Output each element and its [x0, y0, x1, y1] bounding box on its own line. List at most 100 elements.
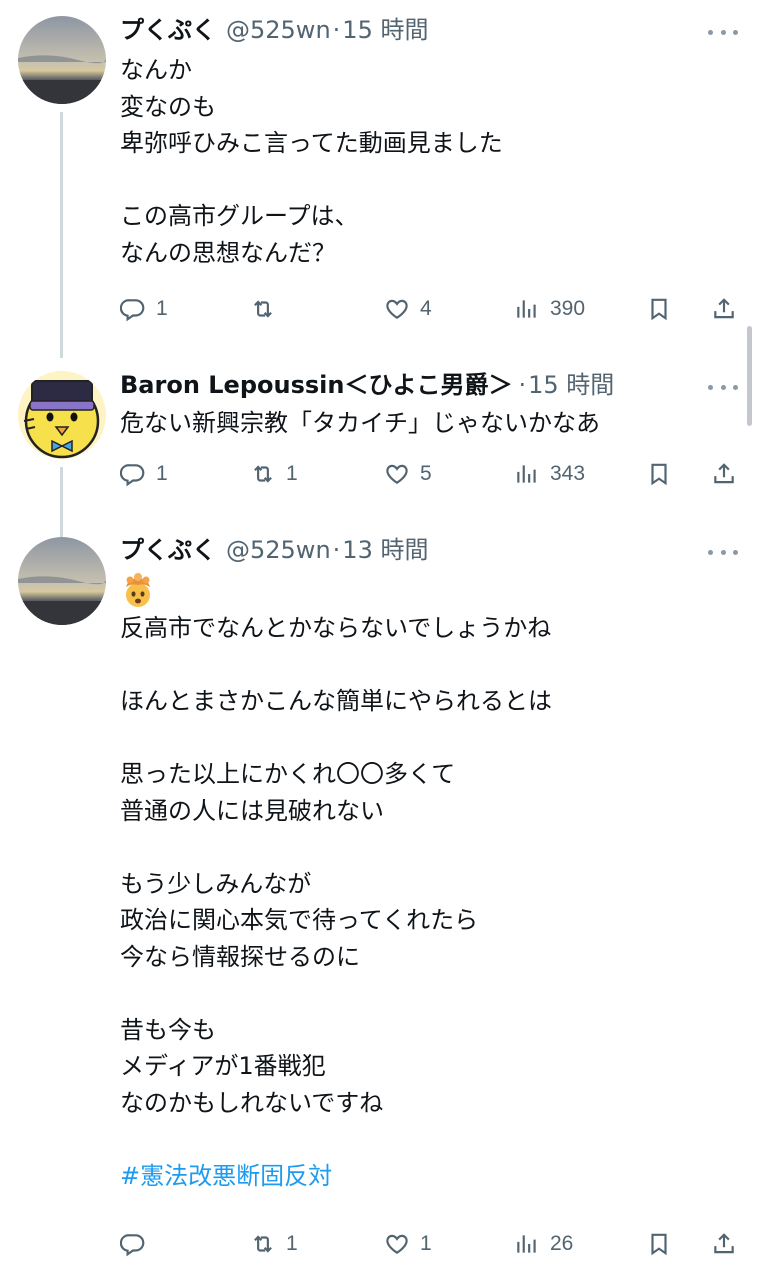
heart-icon: [384, 296, 410, 322]
share-button[interactable]: [711, 454, 737, 494]
heart-icon: [384, 461, 410, 487]
tweet-2[interactable]: Baron Lepoussin＜ひよこ男爵＞ · 15 時間 危ない新興宗教「タ…: [0, 355, 760, 537]
views-chart-icon: [514, 296, 540, 322]
tweet-text: なんか 変なのも 卑弥呼ひみこ言ってた動画見ました この高市グループは、 なんの…: [120, 52, 730, 271]
reply-icon: [120, 461, 146, 487]
scrollbar-thumb[interactable]: [747, 326, 752, 426]
like-count: 1: [420, 1232, 432, 1255]
timestamp[interactable]: 15 時間: [528, 370, 614, 400]
display-name[interactable]: プくぷく: [120, 15, 216, 45]
avatar-pukupuku[interactable]: [18, 537, 106, 625]
tweet-header: プくぷく @525wn · 15 時間: [120, 15, 680, 45]
text-line: もう少しみんなが: [120, 869, 312, 898]
text-line: 普通の人には見破れない: [120, 796, 384, 825]
reply-count: 1: [156, 297, 168, 320]
thread-line: [60, 112, 63, 358]
display-name[interactable]: Baron Lepoussin＜ひよこ男爵＞: [120, 370, 512, 400]
avatar-pukupuku[interactable]: [18, 16, 106, 104]
text-line: ほんとまさかこんな簡単にやられるとは: [120, 687, 552, 715]
views-chart-icon: [514, 461, 540, 487]
retweet-icon: [250, 1231, 276, 1257]
retweet-icon: [250, 296, 276, 322]
like-count: 4: [420, 297, 432, 320]
tweet-text: 危ない新興宗教「タカイチ」じゃないかなあ: [120, 405, 730, 442]
views-button[interactable]: 390: [514, 289, 585, 329]
view-count: 26: [550, 1232, 574, 1255]
reply-count: 1: [156, 462, 168, 485]
retweet-button[interactable]: 1: [250, 1224, 298, 1264]
reply-icon: [120, 296, 146, 322]
more-options-icon[interactable]: [708, 542, 738, 562]
tweet-text: 反高市でなんとかならないでしょうかね ほんとまさかこんな簡単にやられるとは 思っ…: [120, 572, 730, 1194]
text-line: 危ない新興宗教「タカイチ」じゃないかなあ: [120, 409, 600, 437]
action-bar: 1 4 390: [120, 289, 742, 329]
reply-button[interactable]: [120, 1224, 156, 1264]
bookmark-button[interactable]: [646, 1224, 672, 1264]
text-line: 昔も今も: [120, 1015, 216, 1044]
like-button[interactable]: 1: [384, 1224, 432, 1264]
share-button[interactable]: [711, 1224, 737, 1264]
reply-icon: [120, 1231, 146, 1257]
retweet-button[interactable]: 1: [250, 454, 298, 494]
user-handle[interactable]: @525wn: [226, 535, 331, 565]
reply-button[interactable]: 1: [120, 454, 168, 494]
text-line: 政治に関心本気で待ってくれたら: [120, 906, 479, 934]
text-line: 反高市でなんとかならないでしょうかね: [120, 614, 552, 642]
exploding-head-emoji-icon: [126, 573, 150, 607]
like-button[interactable]: 4: [384, 289, 432, 329]
retweet-button[interactable]: [250, 289, 286, 329]
views-button[interactable]: 343: [514, 454, 585, 494]
tweet-header: プくぷく @525wn · 13 時間: [120, 535, 680, 565]
emoji-line: [120, 572, 730, 610]
share-icon: [711, 296, 737, 322]
separator-dot: ·: [518, 371, 527, 399]
tweet-1[interactable]: プくぷく @525wn · 15 時間 なんか 変なのも 卑弥呼ひみこ言ってた動…: [0, 0, 760, 358]
text-line: この高市グループは、: [120, 202, 359, 230]
share-icon: [711, 461, 737, 487]
retweet-count: 1: [286, 1232, 298, 1255]
bookmark-icon: [646, 461, 672, 487]
bookmark-icon: [646, 296, 672, 322]
text-line: メディアが1番戦犯: [120, 1052, 326, 1080]
share-button[interactable]: [711, 289, 737, 329]
more-options-icon[interactable]: [708, 22, 738, 42]
action-bar: 1 1 26: [120, 1224, 742, 1264]
thread-line: [60, 467, 63, 537]
view-count: 343: [550, 462, 586, 485]
text-line: なんの思想なんだ？: [120, 238, 336, 267]
like-button[interactable]: 5: [384, 454, 432, 494]
action-bar: 1 1 5 343: [120, 454, 742, 494]
text-line: 変なのも: [120, 92, 216, 121]
retweet-icon: [250, 461, 276, 487]
tweet-header: Baron Lepoussin＜ひよこ男爵＞ · 15 時間: [120, 370, 680, 400]
views-chart-icon: [514, 1231, 540, 1257]
bookmark-icon: [646, 1231, 672, 1257]
tweet-3[interactable]: プくぷく @525wn · 13 時間 反高市でなんとかならないでしょうかね ほ…: [0, 530, 760, 1280]
timestamp[interactable]: 15 時間: [342, 15, 428, 45]
display-name[interactable]: プくぷく: [120, 535, 216, 565]
bookmark-button[interactable]: [646, 454, 672, 494]
reply-button[interactable]: 1: [120, 289, 168, 329]
text-line: 思った以上にかくれ〇〇多くて: [120, 760, 456, 788]
text-line: 今なら情報探せるのに: [120, 942, 360, 971]
user-handle[interactable]: @525wn: [226, 15, 331, 45]
text-line: なんか: [120, 56, 192, 84]
text-line: なのかもしれないですね: [120, 1088, 384, 1117]
text-line: 卑弥呼ひみこ言ってた動画見ました: [120, 129, 503, 157]
separator-dot: ·: [332, 536, 341, 564]
bookmark-button[interactable]: [646, 289, 672, 329]
hashtag-link[interactable]: #憲法改悪断固反対: [120, 1158, 730, 1195]
heart-icon: [384, 1231, 410, 1257]
view-count: 390: [550, 297, 586, 320]
retweet-count: 1: [286, 462, 298, 485]
views-button[interactable]: 26: [514, 1224, 573, 1264]
avatar-baron-lepoussin[interactable]: [18, 371, 106, 459]
more-options-icon[interactable]: [708, 377, 738, 397]
timestamp[interactable]: 13 時間: [342, 535, 428, 565]
like-count: 5: [420, 462, 432, 485]
